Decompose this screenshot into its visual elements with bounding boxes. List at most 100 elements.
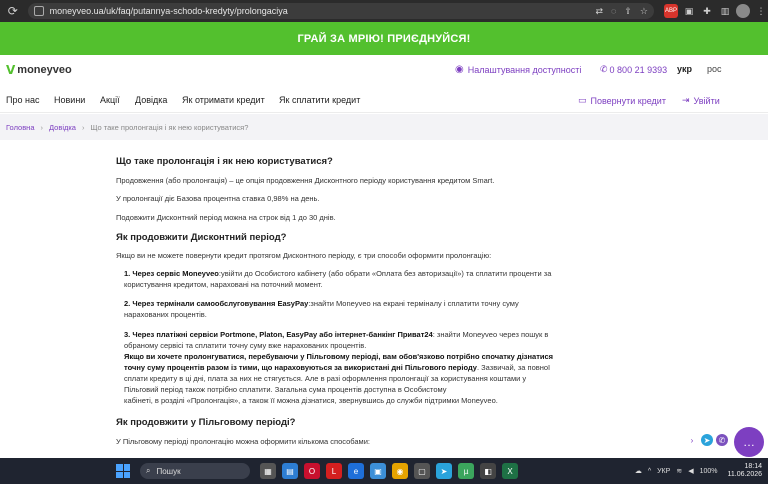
chevron-right-icon[interactable]: ›: [686, 434, 698, 446]
list-item-text: нарахованих процентів.: [124, 310, 207, 319]
menu-icon[interactable]: ⋮: [754, 4, 768, 18]
chat-button[interactable]: …: [734, 427, 764, 457]
address-bar[interactable]: moneyveo.ua/uk/faq/putannya-schodo-kredy…: [27, 3, 654, 19]
list-item-title: 3. Через платіжні сервіси Portmone, Plat…: [124, 330, 433, 339]
battery-label[interactable]: 100%: [700, 468, 718, 475]
list-item-text: . Зазвичай, за повної: [476, 363, 551, 372]
url-text[interactable]: moneyveo.ua/uk/faq/putannya-schodo-kredy…: [50, 6, 588, 16]
section-heading: Як продовжити Дисконтний період?: [116, 232, 287, 243]
eye-icon: ◉: [455, 64, 464, 75]
paragraph: У пролонгації діє Базова процентна ставк…: [116, 194, 320, 203]
breadcrumb-help[interactable]: Довідка: [49, 123, 76, 132]
excel-icon[interactable]: X: [502, 463, 518, 479]
chat-icon: …: [743, 435, 755, 449]
app-icon[interactable]: ◧: [480, 463, 496, 479]
chrome-icon[interactable]: ◉: [392, 463, 408, 479]
clock-time: 18:14: [744, 463, 762, 470]
lang-ros[interactable]: рос: [707, 64, 722, 74]
wifi-icon[interactable]: ≋: [676, 467, 682, 475]
promo-banner[interactable]: ГРАЙ ЗА МРІЮ! ПРИЄДНУЙСЯ!: [0, 22, 768, 55]
site-info-icon[interactable]: [33, 6, 44, 16]
profile-avatar[interactable]: [736, 4, 750, 18]
chevron-right-icon: ›: [40, 122, 44, 132]
list-item-text: сплати кредиту в ці дні, плата за них не…: [124, 374, 527, 383]
viber-icon[interactable]: ✆: [716, 434, 728, 446]
logo-text: moneyveo: [17, 64, 72, 76]
list-item-text: кабінеті, в розділі «Пролонгація», а так…: [124, 396, 498, 405]
windows-start-icon[interactable]: [116, 464, 130, 478]
nav-how-to-get-credit[interactable]: Як отримати кредит: [182, 95, 265, 105]
opera-icon[interactable]: O: [304, 463, 320, 479]
login-icon: ⇥: [682, 95, 690, 105]
system-tray: ☁ ^ УКР ≋ ◀ 100% 18:14 11.06.2026: [629, 463, 762, 479]
task-view-icon[interactable]: ▦: [260, 463, 276, 479]
star-icon[interactable]: ☆: [640, 6, 648, 17]
phone-number: 0 800 21 9393: [609, 64, 668, 75]
edge-icon[interactable]: e: [348, 463, 364, 479]
login-button[interactable]: ⇥ Увійти: [682, 95, 720, 106]
utorrent-icon[interactable]: µ: [458, 463, 474, 479]
paragraph: У Пільговому періоді пролонгацію можна о…: [116, 437, 370, 446]
paragraph: Подовжити Дисконтний період можна на стр…: [116, 213, 336, 222]
list-item: 2. Через термінали самообслуговування Ea…: [124, 298, 614, 320]
return-credit-label: Повернути кредит: [590, 95, 666, 106]
panel-icon[interactable]: ▥: [718, 4, 732, 18]
nav-about[interactable]: Про нас: [6, 95, 39, 105]
list-item-title: 1. Через сервіс Moneyveo: [124, 269, 219, 278]
breadcrumb-home[interactable]: Головна: [6, 123, 35, 132]
list-item: 1. Через сервіс Moneyveo:увійти до Особи…: [124, 268, 614, 290]
list-item: 3. Через платіжні сервіси Portmone, Plat…: [124, 329, 614, 406]
windows-taskbar: ⌕ Пошук ▦ ▤ O L e ▣ ◉ ▢ ➤ µ ◧ X ☁ ^ УКР …: [0, 458, 768, 484]
volume-icon[interactable]: ◀: [688, 467, 693, 475]
list-item-text: обраному сервісі та сплатити точну суму …: [124, 341, 367, 350]
phone-icon: ✆: [600, 64, 608, 74]
telegram-app-icon[interactable]: ➤: [436, 463, 452, 479]
adblock-extension-icon[interactable]: ABP: [664, 4, 678, 18]
taskbar-search-label: Пошук: [156, 466, 181, 476]
lang-ukr[interactable]: укр: [677, 64, 692, 74]
phone-link[interactable]: ✆ 0 800 21 9393: [600, 64, 667, 75]
section-heading: Як продовжити у Пільговому періоді?: [116, 417, 296, 428]
moneyveo-logo[interactable]: ᐯ moneyveo: [6, 63, 72, 77]
taskbar-search[interactable]: ⌕ Пошук: [140, 463, 250, 479]
reload-icon[interactable]: ⟳: [4, 2, 22, 20]
accessibility-label: Налаштування доступності: [467, 64, 582, 75]
chevron-up-icon[interactable]: ^: [648, 468, 651, 475]
clock[interactable]: 18:14 11.06.2026: [727, 463, 762, 479]
extension-icon[interactable]: ▣: [682, 4, 696, 18]
translate-icon[interactable]: ⇄: [595, 6, 603, 17]
store-icon[interactable]: ▣: [370, 463, 386, 479]
nav-news[interactable]: Новини: [54, 95, 85, 105]
main-nav: Про нас Новини Акції Довідка Як отримати…: [0, 87, 768, 113]
breadcrumb-current: Що таке пролонгація і як нею користувати…: [90, 122, 249, 132]
paragraph: Якщо ви не можете повернути кредит протя…: [116, 251, 492, 260]
list-item-text: користування кредитом, нараховані на пот…: [124, 280, 323, 289]
list-item-text: : знайти Moneyveo через пошук в: [432, 330, 549, 339]
accessibility-settings-link[interactable]: ◉ Налаштування доступності: [455, 64, 581, 75]
breadcrumb: Головна › Довідка › Що таке пролонгація …: [0, 114, 768, 140]
file-explorer-icon[interactable]: ▤: [282, 463, 298, 479]
cloud-icon[interactable]: ☁: [635, 467, 642, 475]
list-item-text: Пільговий період також потрібно сплатити…: [124, 385, 447, 394]
app-icon[interactable]: ▢: [414, 463, 430, 479]
nav-how-to-pay-credit[interactable]: Як сплатити кредит: [279, 95, 360, 105]
article-heading: Що таке пролонгація і як нею користувати…: [116, 156, 333, 167]
list-item-text: :увійти до Особистого кабінету (або обра…: [218, 269, 552, 278]
eye-off-icon[interactable]: ◌: [611, 6, 616, 16]
chevron-right-icon: ›: [81, 122, 85, 132]
logo-mark-icon: ᐯ: [6, 63, 16, 77]
puzzle-icon[interactable]: ✚: [700, 4, 714, 18]
return-credit-button[interactable]: ▭ Повернути кредит: [578, 95, 666, 106]
app-l-icon[interactable]: L: [326, 463, 342, 479]
tray-lang[interactable]: УКР: [657, 468, 670, 475]
nav-promotions[interactable]: Акції: [100, 95, 120, 105]
share-icon[interactable]: ⇪: [624, 6, 632, 17]
list-item-text: :знайти Moneyveo на екрані терміналу і с…: [308, 299, 519, 308]
list-item-bold-text: Якщо ви хочете пролонгуватися, перебуваю…: [124, 352, 554, 361]
telegram-icon[interactable]: ➤: [701, 434, 713, 446]
list-item-title: 2. Через термінали самообслуговування Ea…: [124, 299, 309, 308]
search-icon: ⌕: [146, 466, 151, 475]
browser-toolbar: ⟳ moneyveo.ua/uk/faq/putannya-schodo-kre…: [0, 0, 768, 22]
nav-help[interactable]: Довідка: [135, 95, 167, 105]
promo-banner-text[interactable]: ГРАЙ ЗА МРІЮ! ПРИЄДНУЙСЯ!: [297, 33, 470, 45]
